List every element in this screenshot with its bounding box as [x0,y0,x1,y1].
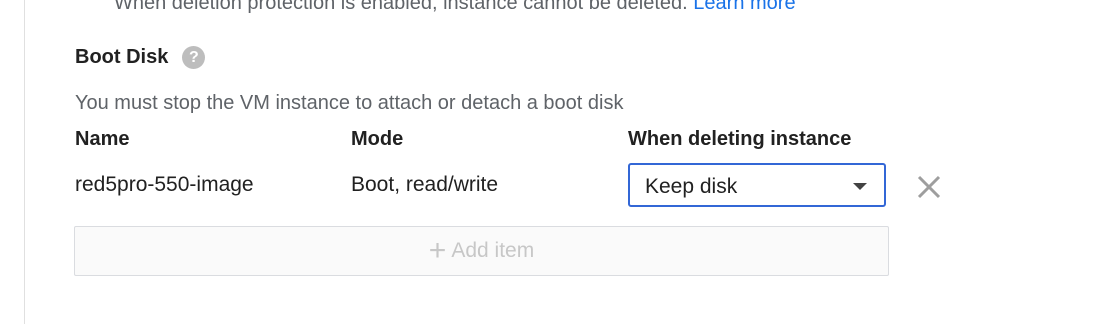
disk-name: red5pro-550-image [75,173,254,196]
section-title: Boot Disk [75,46,169,68]
column-header-name: Name [75,128,130,150]
when-deleting-value: Keep disk [645,175,738,198]
deletion-protection-info: When deletion protection is enabled, ins… [114,0,796,15]
column-header-when-deleting: When deleting instance [628,128,852,150]
help-icon[interactable]: ? [182,46,206,69]
dropdown-arrow-icon [853,183,867,190]
boot-disk-hint: You must stop the VM instance to attach … [75,92,624,114]
remove-disk-button[interactable] [914,172,944,202]
close-icon [917,175,941,199]
add-item-label: Add item [451,239,535,262]
deletion-protection-text: When deletion protection is enabled, ins… [114,0,688,14]
learn-more-link[interactable]: Learn more [693,0,795,14]
plus-icon: + [428,234,447,267]
disk-mode: Boot, read/write [351,173,499,196]
column-header-mode: Mode [351,128,404,150]
add-item-button[interactable]: + Add item [74,226,889,276]
left-divider [24,0,25,324]
when-deleting-select[interactable]: Keep disk [628,163,886,207]
boot-disk-section-header: Boot Disk ? [75,46,206,69]
